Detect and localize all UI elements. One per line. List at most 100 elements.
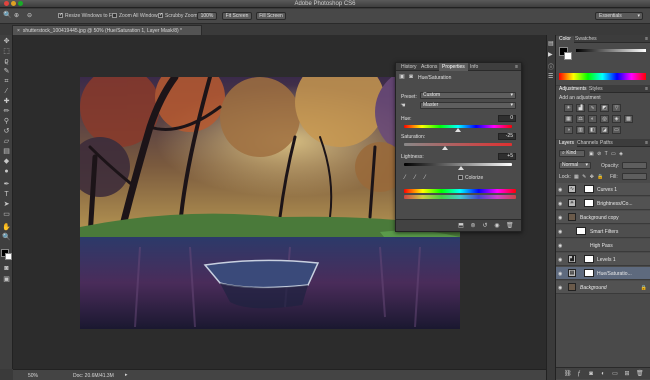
layer-mask-thumbnail[interactable]	[584, 255, 594, 263]
path-select-tool-icon[interactable]: ➤	[2, 201, 11, 209]
smart-filter-mask-thumbnail[interactable]	[576, 227, 586, 235]
curves-icon[interactable]: ∿	[588, 104, 597, 112]
exposure-icon[interactable]: ◩	[600, 104, 609, 112]
crop-tool-icon[interactable]: ⌗	[2, 78, 11, 86]
zoom-all-checkbox[interactable]: Zoom All Windows	[112, 13, 160, 19]
tab-info[interactable]: Info	[467, 63, 481, 71]
clone-stamp-tool-icon[interactable]: ⚲	[2, 118, 11, 126]
properties-panel-icon[interactable]: ☰	[548, 73, 553, 80]
fill-field[interactable]	[622, 173, 647, 180]
status-menu-arrow-icon[interactable]: ▸	[125, 372, 128, 378]
clip-to-layer-icon[interactable]: ⬒	[458, 223, 464, 229]
visibility-eye-icon[interactable]: ◉	[558, 215, 562, 221]
view-previous-state-icon[interactable]: ⊚	[470, 223, 476, 229]
lightness-slider-knob[interactable]	[457, 166, 464, 170]
healing-brush-tool-icon[interactable]: ✚	[2, 98, 11, 106]
history-brush-tool-icon[interactable]: ↺	[2, 128, 11, 136]
gradient-tool-icon[interactable]: ▤	[2, 148, 11, 156]
zoom-tool-icon[interactable]: 🔍	[3, 11, 12, 19]
visibility-icon[interactable]: ◉	[494, 223, 500, 229]
layer-row[interactable]: ◉ Smart Filters	[556, 225, 650, 238]
tab-history[interactable]: History	[398, 63, 420, 71]
hue-slider-knob[interactable]	[455, 128, 461, 132]
layer-row[interactable]: ◉ ∿ Curves 1	[556, 183, 650, 196]
layer-mask-thumbnail[interactable]	[584, 185, 594, 193]
screen-mode-icon[interactable]: ▣	[2, 276, 11, 284]
layer-row[interactable]: ◉ ☀ Brightness/Co...	[556, 197, 650, 210]
black-white-icon[interactable]: ◐	[588, 115, 597, 123]
pen-tool-icon[interactable]: ✒	[2, 181, 11, 189]
photo-filter-icon[interactable]: ◎	[600, 115, 609, 123]
layer-filter-icons[interactable]: ▣ ⊘ T ▭ ◈	[589, 151, 624, 157]
info-panel-icon[interactable]: ⓘ	[548, 62, 554, 71]
panel-menu-icon[interactable]: ≡	[645, 140, 648, 146]
layer-mask-thumbnail[interactable]	[584, 199, 594, 207]
gradient-map-icon[interactable]: ▭	[612, 126, 621, 134]
invert-icon[interactable]: ◑	[564, 126, 573, 134]
visibility-eye-icon[interactable]: ◉	[558, 271, 562, 277]
actual-pixels-button[interactable]: 100%	[197, 12, 217, 20]
color-slider[interactable]	[576, 49, 646, 52]
lasso-tool-icon[interactable]: ϱ	[2, 58, 11, 66]
visibility-eye-icon[interactable]: ◉	[558, 285, 562, 291]
tab-properties[interactable]: Properties	[439, 63, 468, 71]
tab-actions[interactable]: Actions	[418, 63, 440, 71]
lock-icons[interactable]: ▦ ✎ ✥ 🔒	[574, 174, 605, 180]
scrubby-zoom-checkbox[interactable]: Scrubby Zoom	[158, 13, 198, 19]
history-panel-icon[interactable]: ▤	[548, 40, 554, 47]
close-tab-icon[interactable]: ×	[17, 28, 20, 34]
dodge-tool-icon[interactable]: ●	[2, 168, 11, 176]
color-lookup-icon[interactable]: ▩	[624, 115, 633, 123]
hand-tool-icon[interactable]: ✋	[2, 224, 11, 232]
tab-styles[interactable]: Styles	[586, 86, 606, 92]
panel-menu-icon[interactable]: ≡	[515, 64, 518, 70]
blur-tool-icon[interactable]: ◆	[2, 158, 11, 166]
levels-icon[interactable]: ▟	[576, 104, 585, 112]
document-tab[interactable]: × shutterstock_100419445.jpg @ 50% (Hue/S…	[12, 25, 202, 35]
background-color-swatch[interactable]	[5, 253, 12, 260]
visibility-eye-icon[interactable]: ◉	[558, 187, 562, 193]
eyedropper-icon[interactable]: ⁄	[402, 175, 408, 181]
colorize-checkbox[interactable]: Colorize	[458, 175, 483, 181]
layer-row[interactable]: ◉ Background copy	[556, 211, 650, 224]
move-tool-icon[interactable]: ✥	[2, 38, 11, 46]
link-layers-icon[interactable]: ⛓	[564, 371, 572, 377]
eyedropper-tool-icon[interactable]: ⁄	[2, 88, 11, 96]
channel-mixer-icon[interactable]: ◈	[612, 115, 621, 123]
tab-paths[interactable]: Paths	[597, 140, 616, 146]
visibility-eye-icon[interactable]: ◉	[558, 243, 562, 249]
eyedropper-add-icon[interactable]: ⁄	[412, 175, 418, 181]
brush-tool-icon[interactable]: ✏	[2, 108, 11, 116]
preset-select[interactable]: Custom ▾	[420, 92, 516, 99]
layer-row[interactable]: ◉ Background 🔒	[556, 281, 650, 294]
saturation-slider-knob[interactable]	[441, 146, 448, 150]
layer-mask-thumbnail[interactable]	[584, 269, 594, 277]
saturation-field[interactable]: -25	[498, 133, 516, 140]
color-ramp[interactable]	[559, 73, 646, 80]
layer-style-icon[interactable]: ƒ	[576, 371, 582, 377]
posterize-icon[interactable]: ▥	[576, 126, 585, 134]
layer-filter-select[interactable]: ⌕ Kind	[559, 150, 585, 157]
zoom-tool-icon[interactable]: 🔍	[2, 234, 11, 242]
eraser-tool-icon[interactable]: ▱	[2, 138, 11, 146]
workspace-select[interactable]: Essentials ▾	[595, 12, 643, 20]
delete-layer-icon[interactable]: 🗑	[636, 371, 644, 377]
fit-screen-button[interactable]: Fit Screen	[222, 12, 252, 20]
brightness-contrast-icon[interactable]: ☀	[564, 104, 573, 112]
layer-row[interactable]: ◉ High Pass	[556, 239, 650, 252]
visibility-eye-icon[interactable]: ◉	[558, 201, 562, 207]
tab-swatches[interactable]: Swatches	[572, 36, 600, 42]
visibility-eye-icon[interactable]: ◉	[558, 229, 562, 235]
background-color-swatch[interactable]	[564, 52, 572, 60]
threshold-icon[interactable]: ◧	[588, 126, 597, 134]
new-group-icon[interactable]: ▭	[612, 371, 618, 377]
resize-windows-checkbox[interactable]: Resize Windows to Fit	[58, 13, 114, 19]
tab-adjustments[interactable]: Adjustments	[556, 86, 590, 93]
visibility-eye-icon[interactable]: ◉	[558, 257, 562, 263]
quick-select-tool-icon[interactable]: ✎	[2, 68, 11, 76]
selective-color-icon[interactable]: ◪	[600, 126, 609, 134]
panel-menu-icon[interactable]: ≡	[645, 86, 648, 92]
layer-row[interactable]: ◉ ▟ Levels 1	[556, 253, 650, 266]
zoom-in-icon[interactable]: ⊕	[14, 12, 19, 19]
color-balance-icon[interactable]: ⚖	[576, 115, 585, 123]
